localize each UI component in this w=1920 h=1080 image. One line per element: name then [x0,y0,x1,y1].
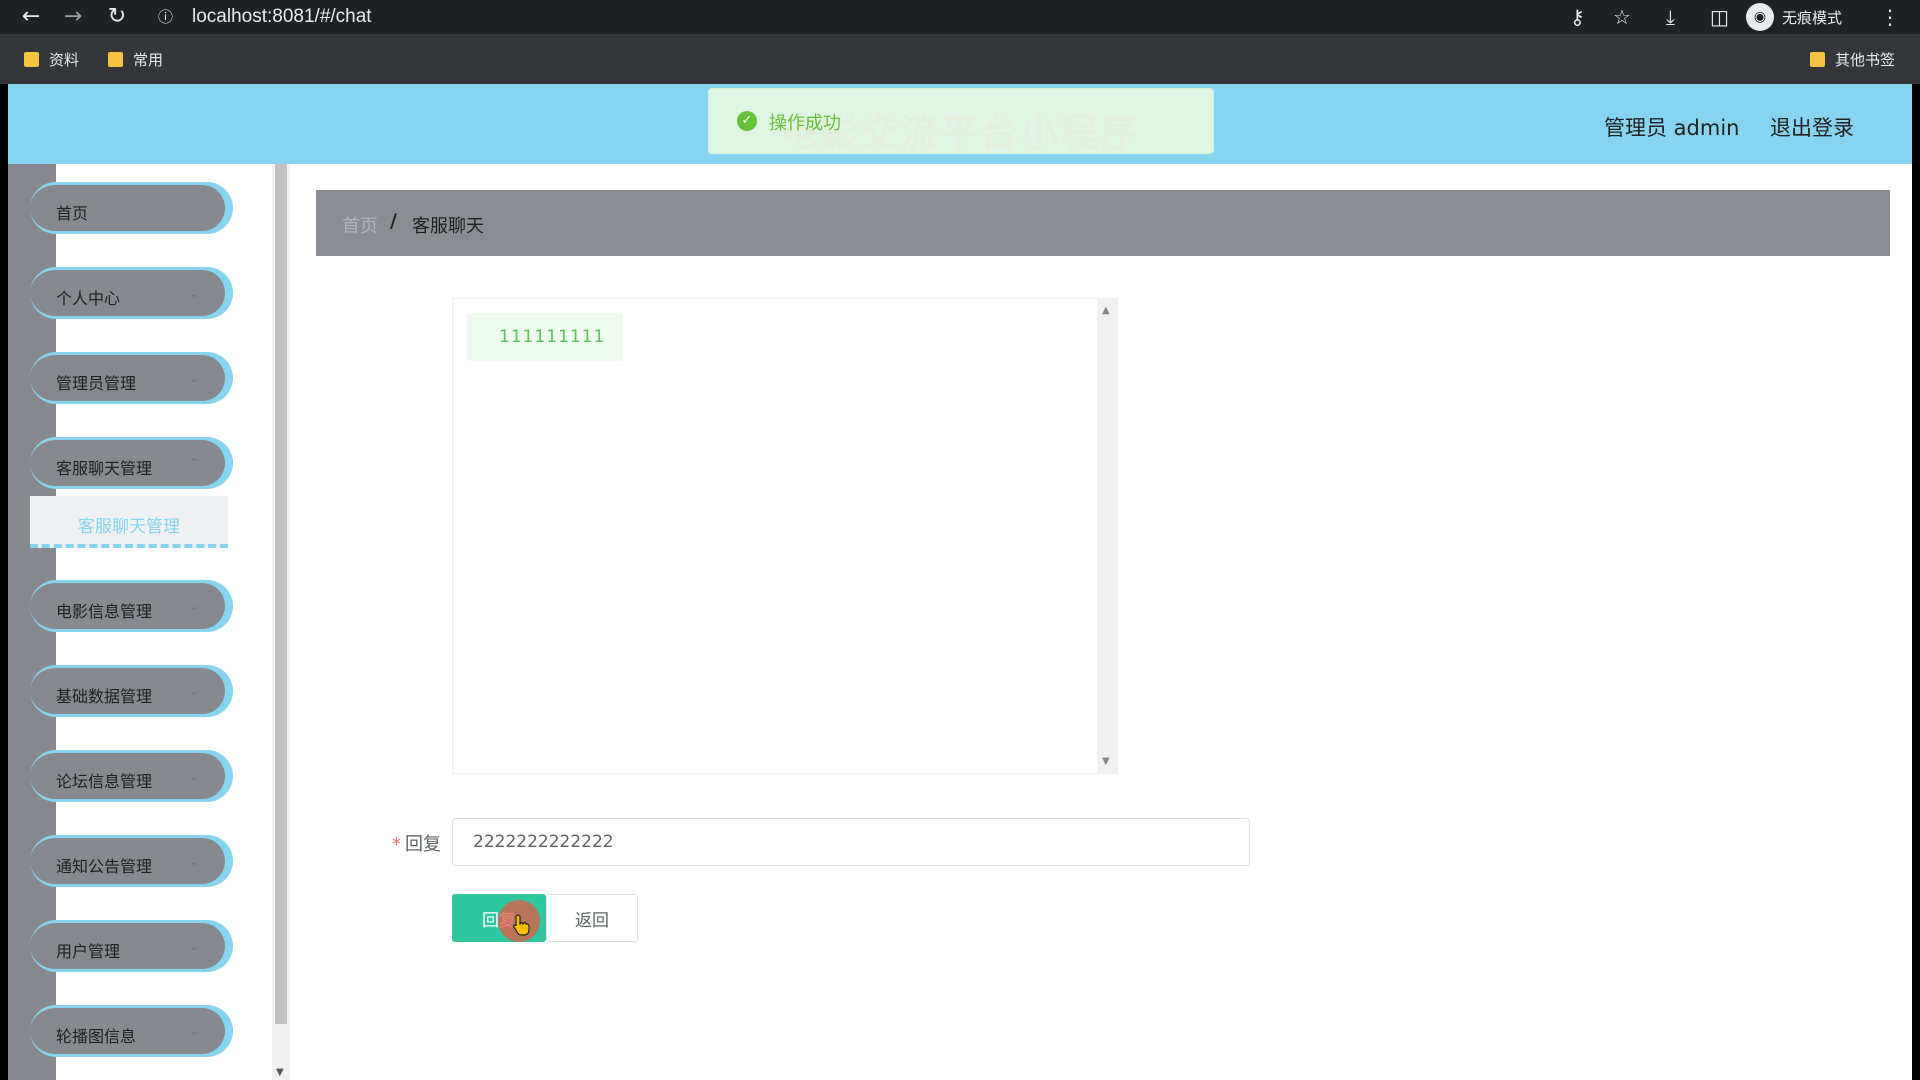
sidebar-item-profile[interactable]: 个人中心 ⌄ [30,267,228,319]
reply-label-text: 回复 [405,834,441,855]
chat-scrollbar[interactable]: ▲ ▼ [1097,299,1117,773]
sidebar-item-label: 首页 [56,204,89,223]
reply-field-label: * 回复 [392,830,441,856]
bookmark-label: 常用 [133,51,164,69]
folder-icon [108,52,123,67]
logout-link[interactable]: 退出登录 [1770,112,1854,142]
back-button[interactable]: 返回 [546,894,638,942]
sidebar-item-label: 客服聊天管理 [56,459,153,478]
chat-message-panel[interactable]: 111111111 ▲ ▼ [452,298,1118,774]
chevron-down-icon: ⌄ [188,371,199,385]
breadcrumb: 首页 / 客服聊天 [316,190,1890,256]
breadcrumb-home[interactable]: 首页 [342,212,378,238]
sidebar-item-chat[interactable]: 客服聊天管理 ⌃ [30,437,228,489]
download-icon[interactable]: ⤓ [1666,4,1675,30]
chevron-down-icon: ⌄ [188,1024,199,1038]
chevron-down-icon: ⌄ [188,684,199,698]
app-page: 电影交流平台小程序 ✓ 操作成功 管理员 admin 退出登录 首页 个人中心 … [8,84,1912,1080]
sidebar-item-admins[interactable]: 管理员管理 ⌄ [30,352,228,404]
sidebar-item-users[interactable]: 用户管理 ⌄ [30,920,228,972]
sidebar-scroll-thumb[interactable] [275,164,287,1024]
incognito-label: 无痕模式 [1782,8,1843,27]
folder-icon [24,52,39,67]
success-toast: ✓ 操作成功 [708,88,1214,154]
side-panel-icon[interactable]: ◫ [1710,4,1729,30]
sidebar-item-label: 基础数据管理 [56,687,153,706]
breadcrumb-separator: / [390,210,397,232]
bookmark-label: 资料 [49,51,80,69]
chevron-down-icon: ⌄ [188,599,199,613]
sidebar-item-carousel[interactable]: 轮播图信息 ⌄ [30,1005,228,1057]
chevron-up-icon: ⌃ [188,456,199,470]
chevron-down-icon: ⌄ [188,854,199,868]
bookmark-folder[interactable]: 资料 [24,49,79,70]
sidebar-item-label: 用户管理 [56,942,121,961]
sidebar-subitem-label: 客服聊天管理 [78,517,180,537]
header-bar: 电影交流平台小程序 ✓ 操作成功 管理员 admin 退出登录 [8,84,1912,164]
back-arrow-icon[interactable]: ← [18,4,44,30]
sidebar-item-label: 论坛信息管理 [56,772,153,791]
browser-toolbar: ← → ↻ ⓘ localhost:8081/#/chat ⚷ ☆ ⤓ ◫ ◉ … [0,0,1920,34]
site-info-icon[interactable]: ⓘ [158,6,173,27]
incognito-indicator[interactable]: ◉ 无痕模式 [1746,3,1842,31]
required-asterisk: * [392,834,401,855]
sidebar-item-label: 通知公告管理 [56,857,153,876]
key-icon[interactable]: ⚷ [1570,4,1585,30]
hand-cursor-icon [512,914,530,936]
bookmark-folder[interactable]: 常用 [108,49,163,70]
forward-arrow-icon[interactable]: → [60,4,86,30]
sidebar-item-movies[interactable]: 电影信息管理 ⌄ [30,580,228,632]
sidebar-item-home[interactable]: 首页 [30,182,228,234]
sidebar-item-basic-data[interactable]: 基础数据管理 ⌄ [30,665,228,717]
chevron-down-icon: ⌄ [188,286,199,300]
breadcrumb-current: 客服聊天 [412,216,484,237]
sidebar-item-label: 电影信息管理 [56,602,153,621]
toast-message: 操作成功 [769,113,841,134]
menu-dots-icon[interactable]: ⋮ [1880,4,1900,30]
star-icon[interactable]: ☆ [1613,4,1631,30]
sidebar-item-forum[interactable]: 论坛信息管理 ⌄ [30,750,228,802]
chat-message: 111111111 [467,313,623,361]
chevron-down-icon: ⌄ [188,769,199,783]
scroll-down-arrow-icon[interactable]: ▼ [1102,756,1110,767]
sidebar-scrollbar[interactable]: ▼ [272,164,290,1080]
current-user: 管理员 admin [1604,116,1740,140]
bookmarks-bar: 资料 常用 其他书签 [0,34,1920,84]
incognito-icon: ◉ [1746,3,1774,31]
reload-icon[interactable]: ↻ [104,4,130,30]
check-circle-icon: ✓ [737,111,757,131]
other-bookmarks[interactable]: 其他书签 [1810,49,1895,70]
scroll-down-arrow-icon[interactable]: ▼ [276,1067,284,1078]
sidebar: 首页 个人中心 ⌄ 管理员管理 ⌄ 客服聊天管理 ⌃ 客服聊天管理 电影信息管理… [8,164,272,1080]
other-bookmarks-label: 其他书签 [1835,51,1896,69]
chat-message-text: 111111111 [499,327,606,347]
folder-icon [1810,52,1825,67]
reply-input[interactable] [452,818,1250,866]
sidebar-item-label: 管理员管理 [56,374,137,393]
sidebar-item-label: 轮播图信息 [56,1027,137,1046]
sidebar-item-label: 个人中心 [56,289,121,308]
address-bar[interactable]: ⓘ localhost:8081/#/chat [146,1,1576,32]
scroll-up-arrow-icon[interactable]: ▲ [1102,305,1110,316]
sidebar-subitem-chat-manage[interactable]: 客服聊天管理 [30,496,228,548]
sidebar-item-notices[interactable]: 通知公告管理 ⌄ [30,835,228,887]
url-text: localhost:8081/#/chat [192,6,372,27]
chevron-down-icon: ⌄ [188,939,199,953]
